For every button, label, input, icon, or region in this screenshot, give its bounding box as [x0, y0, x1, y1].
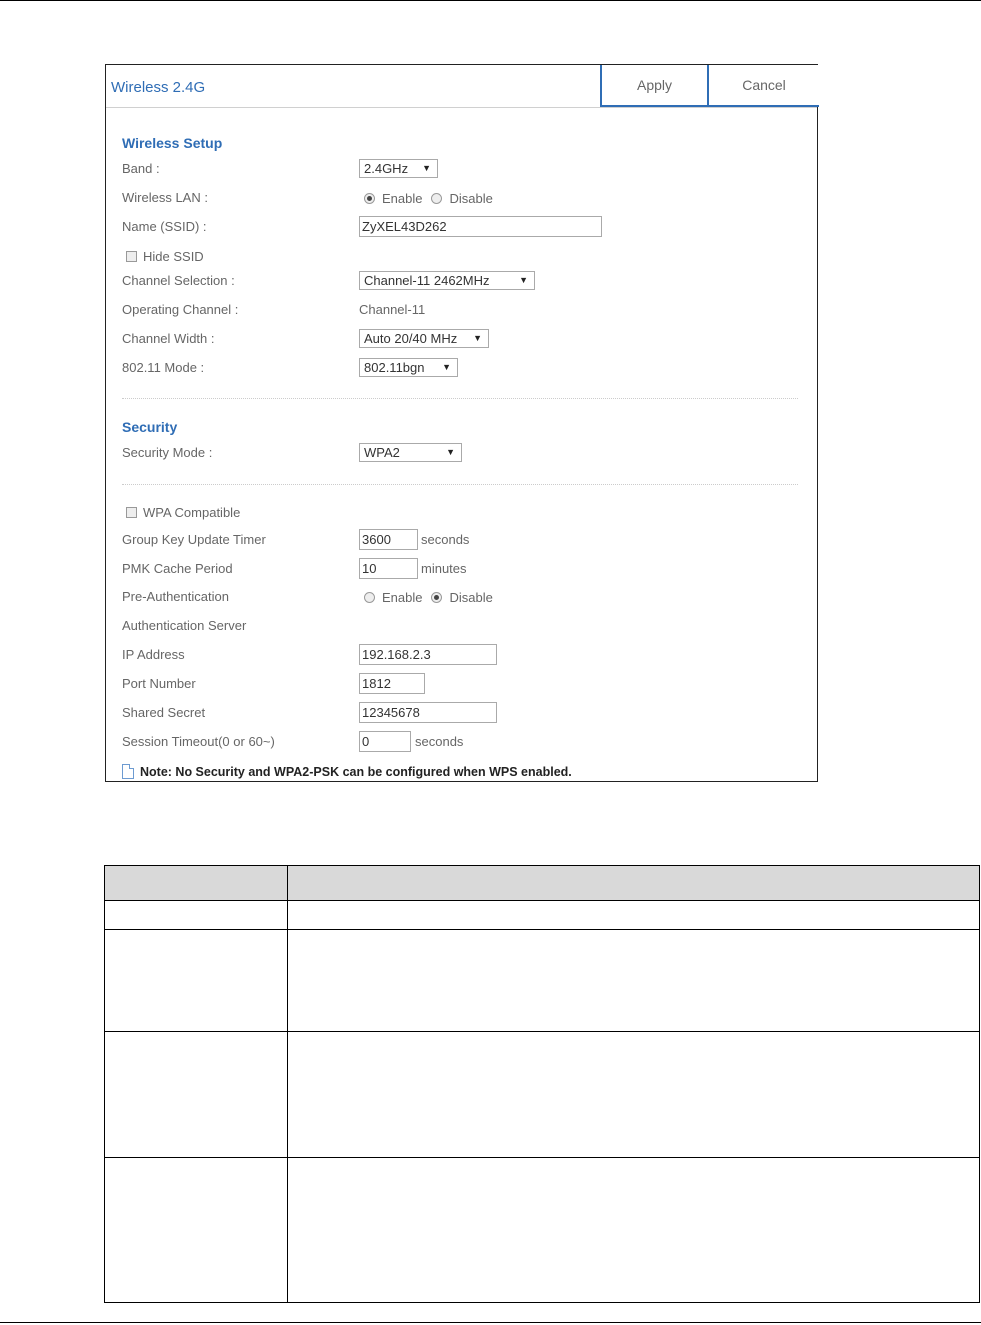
channel-width-label: Channel Width : — [122, 331, 215, 346]
shared-secret-input[interactable] — [359, 702, 497, 723]
ssid-input[interactable] — [359, 216, 602, 237]
ssid-label: Name (SSID) : — [122, 219, 207, 234]
preauth-radio-group: Enable Disable — [364, 590, 502, 605]
apply-button[interactable]: Apply — [600, 65, 709, 107]
channel-width-select[interactable]: Auto 20/40 MHz ▼ — [359, 329, 489, 348]
pmk-unit: minutes — [421, 561, 467, 576]
table-cell — [104, 1031, 288, 1158]
ip-address-label: IP Address — [122, 647, 185, 662]
table-cell — [104, 900, 288, 930]
group-key-input[interactable] — [359, 529, 418, 550]
security-title: Security — [122, 419, 178, 435]
pmk-label: PMK Cache Period — [122, 561, 233, 576]
description-table — [104, 865, 980, 1303]
wps-note: Note: No Security and WPA2-PSK can be co… — [122, 764, 572, 779]
panel-header: Wireless 2.4G Apply Cancel — [106, 65, 819, 108]
table-row — [104, 929, 980, 1032]
section-divider — [122, 484, 798, 485]
group-key-unit: seconds — [421, 532, 470, 547]
chevron-down-icon: ▼ — [446, 447, 455, 457]
table-row — [104, 1031, 980, 1158]
chevron-down-icon: ▼ — [442, 362, 451, 372]
wpa-compatible-checkbox[interactable] — [126, 507, 137, 518]
wireless-settings-panel: Wireless 2.4G Apply Cancel Wireless Setu… — [105, 64, 819, 782]
port-number-label: Port Number — [122, 676, 196, 691]
shared-secret-label: Shared Secret — [122, 705, 206, 720]
ip-address-input[interactable] — [359, 644, 497, 665]
table-row — [104, 1157, 980, 1303]
page-top-rule — [0, 0, 981, 1]
channel-selection-value: Channel-11 2462MHz — [364, 273, 490, 288]
hide-ssid-label: Hide SSID — [143, 249, 204, 264]
wireless-lan-radio-group: Enable Disable — [364, 191, 502, 206]
wireless-lan-disable-radio[interactable] — [431, 193, 443, 204]
table-cell — [104, 929, 288, 1032]
channel-selection-label: Channel Selection : — [122, 273, 235, 288]
pmk-input[interactable] — [359, 558, 418, 579]
wireless-lan-label: Wireless LAN : — [122, 190, 208, 205]
channel-selection-select[interactable]: Channel-11 2462MHz ▼ — [359, 271, 535, 290]
document-icon — [122, 764, 134, 779]
wireless-setup-title: Wireless Setup — [122, 135, 223, 151]
table-cell — [287, 929, 980, 1032]
table-row — [104, 900, 980, 930]
preauth-enable-label: Enable — [382, 590, 423, 605]
security-mode-label: Security Mode : — [122, 445, 213, 460]
mode-select[interactable]: 802.11bgn ▼ — [359, 358, 458, 377]
table-header-cell — [104, 865, 288, 901]
wireless-lan-disable-label: Disable — [449, 191, 493, 206]
wpa-compatible-row: WPA Compatible — [126, 505, 240, 520]
section-divider — [122, 398, 798, 399]
band-select-value: 2.4GHz — [364, 161, 409, 176]
band-select[interactable]: 2.4GHz ▼ — [359, 159, 438, 178]
session-timeout-unit: seconds — [415, 734, 464, 749]
hide-ssid-checkbox[interactable] — [126, 251, 137, 262]
wireless-lan-enable-label: Enable — [382, 191, 423, 206]
preauth-disable-radio[interactable] — [431, 592, 443, 603]
group-key-label: Group Key Update Timer — [122, 532, 266, 547]
preauth-disable-label: Disable — [449, 590, 493, 605]
channel-width-value: Auto 20/40 MHz — [364, 331, 458, 346]
operating-channel-value: Channel-11 — [359, 302, 426, 317]
mode-value: 802.11bgn — [364, 360, 425, 375]
hide-ssid-row: Hide SSID — [126, 249, 204, 264]
table-cell — [287, 1157, 980, 1303]
table-cell — [287, 1031, 980, 1158]
wireless-lan-enable-radio[interactable] — [364, 193, 375, 204]
table-cell — [287, 900, 980, 930]
chevron-down-icon: ▼ — [422, 163, 431, 173]
security-mode-select[interactable]: WPA2 ▼ — [359, 443, 462, 462]
auth-server-label: Authentication Server — [122, 618, 247, 633]
port-number-input[interactable] — [359, 673, 425, 694]
operating-channel-label: Operating Channel : — [122, 302, 239, 317]
wpa-compatible-label: WPA Compatible — [143, 505, 241, 520]
mode-label: 802.11 Mode : — [122, 360, 205, 375]
preauth-enable-radio[interactable] — [364, 592, 375, 603]
panel-title: Wireless 2.4G — [111, 79, 206, 96]
table-header-row — [104, 865, 980, 901]
session-timeout-input[interactable] — [359, 731, 411, 752]
security-mode-value: WPA2 — [364, 445, 400, 460]
wps-note-text: Note: No Security and WPA2-PSK can be co… — [140, 764, 572, 779]
session-timeout-label: Session Timeout(0 or 60~) — [122, 734, 275, 749]
table-cell — [104, 1157, 288, 1303]
page-bottom-rule — [0, 1322, 981, 1323]
chevron-down-icon: ▼ — [473, 333, 482, 343]
preauth-label: Pre-Authentication — [122, 589, 229, 604]
chevron-down-icon: ▼ — [519, 275, 528, 285]
table-header-cell — [287, 865, 980, 901]
cancel-button[interactable]: Cancel — [709, 65, 819, 107]
band-label: Band : — [122, 161, 160, 176]
